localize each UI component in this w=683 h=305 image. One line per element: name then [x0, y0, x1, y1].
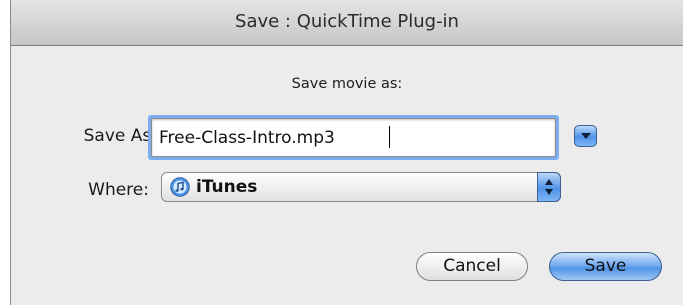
- expand-dialog-button[interactable]: [574, 125, 597, 147]
- dialog-prompt: Save movie as:: [291, 76, 403, 92]
- window-title: Save : QuickTime Plug-in: [235, 11, 459, 32]
- popup-arrows[interactable]: [537, 172, 561, 202]
- disclosure-triangle-icon: [581, 133, 591, 139]
- save-as-label: Save As:: [83, 126, 157, 146]
- itunes-icon: [170, 177, 190, 197]
- filename-input[interactable]: [151, 118, 556, 157]
- arrow-down-icon: [545, 189, 553, 195]
- where-popup-button[interactable]: iTunes: [161, 172, 561, 202]
- save-button[interactable]: Save: [549, 252, 662, 281]
- save-dialog: Save : QuickTime Plug-in Save movie as: …: [10, 0, 683, 305]
- arrow-up-icon: [545, 179, 553, 185]
- text-caret: [389, 126, 390, 148]
- where-label: Where:: [88, 180, 149, 200]
- title-bar[interactable]: Save : QuickTime Plug-in: [11, 0, 683, 46]
- where-selected-value: iTunes: [196, 177, 258, 197]
- page: Save : QuickTime Plug-in Save movie as: …: [0, 0, 683, 305]
- cancel-button[interactable]: Cancel: [416, 252, 528, 281]
